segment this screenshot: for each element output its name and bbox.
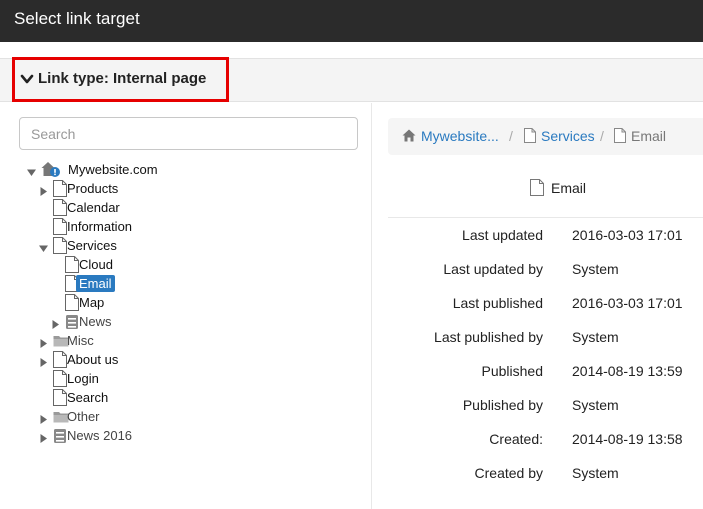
chevron-down-icon <box>20 74 34 84</box>
tree-item-label: Login <box>67 371 99 386</box>
caret-right-icon[interactable] <box>51 317 60 329</box>
tree-item-label: Misc <box>67 333 94 348</box>
tree-item-other[interactable]: Other <box>39 407 330 426</box>
breadcrumb-services-link[interactable]: Services <box>541 128 595 144</box>
search-input[interactable] <box>19 117 358 150</box>
property-value: 2016-03-03 17:01 <box>572 295 683 311</box>
tree-item-search[interactable]: Search <box>39 388 330 407</box>
caret-right-icon[interactable] <box>39 431 48 443</box>
tree-item-products[interactable]: Products <box>39 179 330 198</box>
tree-item-news-2016[interactable]: News 2016 <box>39 426 330 445</box>
no-toggle <box>39 222 48 231</box>
property-label: Last published <box>452 295 543 311</box>
home-icon <box>402 129 416 142</box>
tree-item-email[interactable]: Email <box>51 274 330 293</box>
caret-right-icon[interactable] <box>39 184 48 196</box>
property-label: Last published by <box>434 329 543 345</box>
tree-item-label: Email <box>76 275 115 292</box>
breadcrumb: Mywebsite... / Services / Email <box>388 118 703 155</box>
property-label: Last updated by <box>443 261 543 277</box>
property-value: System <box>572 397 619 413</box>
tree-item-label: Mywebsite.com <box>68 162 158 177</box>
dialog-titlebar: Select link target <box>0 0 703 42</box>
property-value: System <box>572 329 619 345</box>
tree-item-cloud[interactable]: Cloud <box>51 255 330 274</box>
tree-item-label: Services <box>67 238 117 253</box>
no-toggle <box>39 393 48 402</box>
caret-right-icon[interactable] <box>39 355 48 367</box>
tree-item-label: Products <box>67 181 119 196</box>
tree-item-label: News <box>79 314 112 329</box>
page-icon <box>530 179 544 196</box>
page-icon <box>614 128 626 143</box>
property-label: Last updated <box>462 227 543 243</box>
caret-right-icon[interactable] <box>39 412 48 424</box>
caret-down-icon[interactable] <box>27 165 36 176</box>
divider <box>388 217 703 218</box>
tree-item-services[interactable]: Services <box>39 236 330 255</box>
tree-item-label: Information <box>67 219 133 234</box>
tree-item-label: Calendar <box>67 200 120 215</box>
page-icon <box>524 128 536 143</box>
breadcrumb-separator: / <box>509 128 513 144</box>
property-value: 2014-08-19 13:58 <box>572 431 683 447</box>
no-toggle <box>51 260 60 269</box>
property-label: Created by <box>474 465 543 481</box>
page-title: Email <box>530 179 670 199</box>
tree-item-login[interactable]: Login <box>39 369 330 388</box>
tree-item-label: Other <box>67 409 100 424</box>
tree-item-label: Map <box>79 295 105 310</box>
tree-item-misc[interactable]: Misc <box>39 331 330 350</box>
property-label: Created: <box>489 431 543 447</box>
tree-item-mywebsite-com[interactable]: Mywebsite.com <box>27 160 330 179</box>
property-value: 2016-03-03 17:01 <box>572 227 683 243</box>
property-value: 2014-08-19 13:59 <box>572 363 683 379</box>
site-home-icon <box>41 161 60 178</box>
link-type-label: Link type: Internal page <box>38 70 207 87</box>
tree-item-label: News 2016 <box>67 428 133 443</box>
no-toggle <box>51 279 60 288</box>
page-tree-pane: Mywebsite.com Products Calendar Information… <box>0 103 372 509</box>
tree-item-news[interactable]: News <box>51 312 330 331</box>
property-value: System <box>572 261 619 277</box>
caret-down-icon[interactable] <box>39 241 48 252</box>
dialog-title: Select link target <box>14 9 140 28</box>
no-toggle <box>51 298 60 307</box>
property-label: Published <box>481 363 544 379</box>
breadcrumb-separator: / <box>600 128 604 144</box>
tree-item-about-us[interactable]: About us <box>39 350 330 369</box>
caret-right-icon[interactable] <box>39 336 48 348</box>
property-value: System <box>572 465 619 481</box>
page-detail-pane: Mywebsite... / Services / Email Email La… <box>373 103 703 509</box>
tree-item-map[interactable]: Map <box>51 293 330 312</box>
page-title-text: Email <box>551 180 587 196</box>
tree-item-label: About us <box>67 352 119 367</box>
breadcrumb-current: Email <box>631 128 667 144</box>
link-type-toggle[interactable]: Link type: Internal page <box>12 57 229 102</box>
breadcrumb-home-link[interactable]: Mywebsite... <box>421 128 499 144</box>
no-toggle <box>39 203 48 212</box>
no-toggle <box>39 374 48 383</box>
tree-item-calendar[interactable]: Calendar <box>39 198 330 217</box>
property-label: Published by <box>462 397 543 413</box>
tree-item-label: Cloud <box>79 257 113 272</box>
tree-item-label: Search <box>67 390 109 405</box>
tree-item-information[interactable]: Information <box>39 217 330 236</box>
